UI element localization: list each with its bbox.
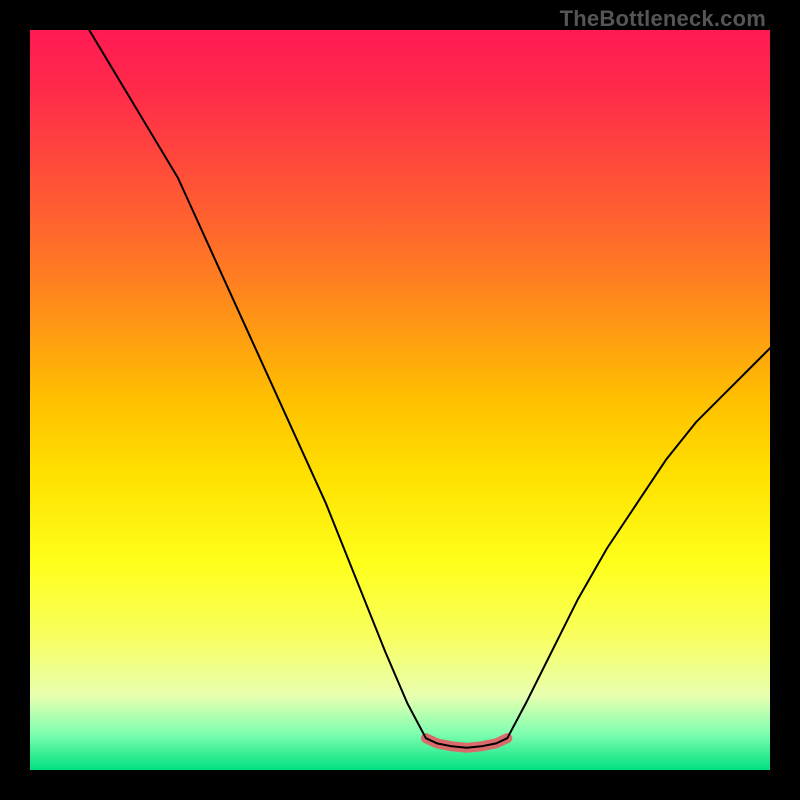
black-curve	[89, 30, 770, 748]
chart-frame: TheBottleneck.com	[0, 0, 800, 800]
curve-layer	[30, 30, 770, 770]
watermark-text: TheBottleneck.com	[560, 6, 766, 32]
plot-area	[30, 30, 770, 770]
